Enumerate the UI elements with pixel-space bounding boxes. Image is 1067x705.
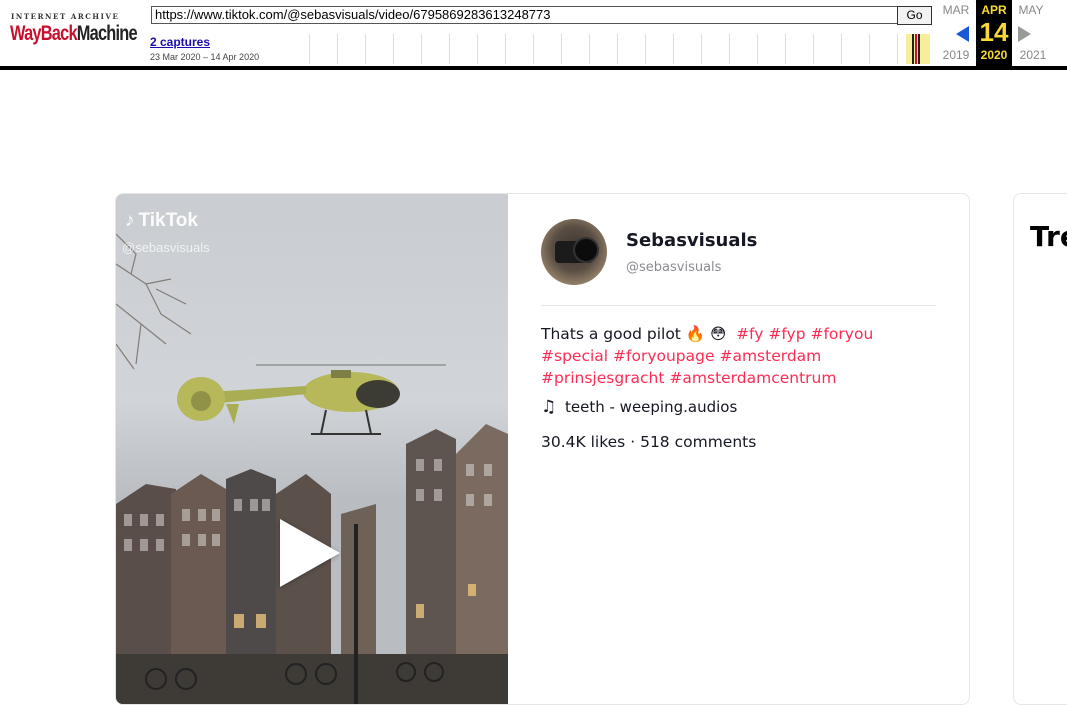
play-icon[interactable] [280, 519, 340, 587]
hashtag[interactable]: #prinsjesgracht [541, 369, 664, 387]
video-player[interactable]: ♪ TikTok @sebasvisuals [116, 194, 508, 704]
watermark-brand: TikTok [138, 210, 198, 231]
hashtag[interactable]: #amsterdamcentrum [669, 369, 836, 387]
hashtag[interactable]: #fy [736, 325, 763, 343]
next-capture-arrow-icon[interactable] [1018, 26, 1031, 42]
logo-wayback-text: WayBack [10, 22, 78, 45]
internet-archive-label: INTERNET ARCHIVE [11, 12, 120, 21]
go-button[interactable]: Go [897, 6, 932, 25]
divider [541, 305, 936, 306]
music-note-icon: ♫ [541, 397, 557, 417]
hashtag[interactable]: #foryoupage [613, 347, 715, 365]
current-year-label: 2020 [980, 48, 1008, 62]
current-month-label: APR [981, 3, 1007, 17]
post-info: Sebasvisuals @sebasvisuals Thats a good … [508, 194, 969, 704]
captures-link[interactable]: 2 captures [150, 35, 210, 49]
hashtag[interactable]: #amsterdam [719, 347, 821, 365]
next-year-label[interactable]: 2021 [1014, 48, 1052, 62]
wayback-logo[interactable]: WayBackMachine [10, 22, 138, 46]
capture-sparkline[interactable] [281, 34, 905, 64]
caption-text: Thats a good pilot 🔥 😳 [541, 325, 727, 343]
user-handle[interactable]: @sebasvisuals [626, 260, 721, 275]
stats-separator: · [630, 433, 636, 451]
comments-count: 518 comments [640, 433, 757, 451]
music-row[interactable]: ♫ teeth - weeping.audios [541, 397, 737, 417]
url-input[interactable]: https://www.tiktok.com/@sebasvisuals/vid… [151, 6, 898, 24]
hashtag[interactable]: #fyp [768, 325, 805, 343]
current-year-capture-bar[interactable] [906, 34, 930, 64]
prev-capture-arrow-icon[interactable] [956, 26, 969, 42]
prev-year-label[interactable]: 2019 [937, 48, 975, 62]
hashtag[interactable]: #special [541, 347, 608, 365]
camera-lens [573, 237, 599, 263]
tiktok-embed-card: ♪ TikTok @sebasvisuals Sebasvisuals @seba… [115, 193, 970, 705]
wayback-toolbar: INTERNET ARCHIVE WayBackMachine https://… [0, 0, 1067, 70]
display-name[interactable]: Sebasvisuals [626, 230, 757, 251]
likes-count: 30.4K likes [541, 433, 626, 451]
next-month-label[interactable]: MAY [1012, 3, 1050, 17]
hashtag[interactable]: #foryou [810, 325, 873, 343]
capture-range: 23 Mar 2020 – 14 Apr 2020 [150, 52, 260, 62]
caption: Thats a good pilot 🔥 😳 #fy #fyp #foryou … [541, 323, 941, 389]
trending-title: Tre [1030, 220, 1067, 253]
prev-month-label[interactable]: MAR [937, 3, 975, 17]
trending-card: Tre [1013, 193, 1067, 705]
video-frame [116, 233, 508, 704]
engagement-stats: 30.4K likes · 518 comments [541, 433, 756, 451]
watermark-handle: @sebasvisuals [122, 240, 210, 255]
tiktok-logo-icon: ♪ [125, 210, 135, 231]
logo-machine-text: Machine [76, 22, 138, 45]
current-day-label: 14 [979, 17, 1009, 47]
tiktok-watermark: ♪ TikTok [125, 210, 198, 232]
avatar[interactable] [541, 219, 607, 285]
music-title: teeth - weeping.audios [565, 398, 738, 416]
